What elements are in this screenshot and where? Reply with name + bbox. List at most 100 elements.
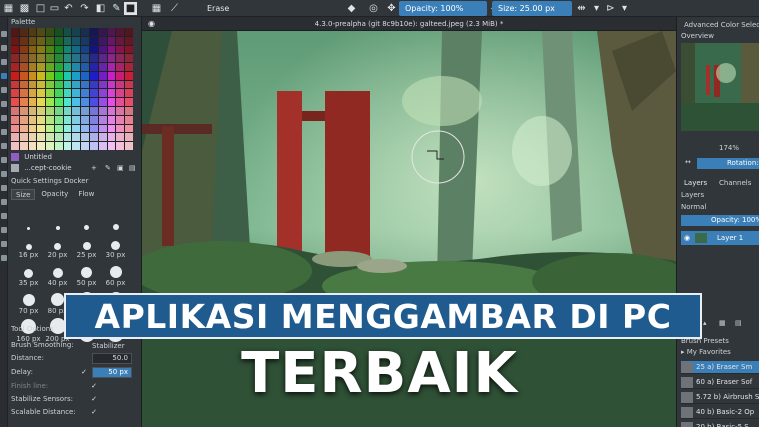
brush-size-option[interactable] [101,205,130,231]
palette-swatch[interactable] [46,98,54,107]
palette-swatch[interactable] [63,98,72,107]
rotation-slider[interactable]: Rotation: [697,158,759,169]
palette-swatch[interactable] [37,36,46,45]
palette-swatch[interactable] [37,98,46,107]
palette-swatch[interactable] [107,28,116,36]
palette-swatch[interactable] [28,54,37,63]
palette-swatch[interactable] [125,115,133,124]
palette-swatch[interactable] [72,28,81,36]
zoom-value[interactable]: 174% [719,144,739,152]
palette-swatch[interactable] [28,89,37,98]
fill-icon[interactable]: ◧ [94,2,107,15]
palette-swatch[interactable] [98,133,107,142]
zoom-tool-icon[interactable] [1,241,7,247]
palette-swatch[interactable] [116,89,125,98]
palette-swatch[interactable] [81,36,90,45]
palette-swatch[interactable] [90,124,98,133]
palette-swatch[interactable] [125,142,133,150]
palette-swatch[interactable] [116,36,125,45]
line-tool-icon[interactable] [1,87,7,93]
palette-swatch[interactable] [54,133,63,142]
palette-swatch[interactable] [28,115,37,124]
blend-mode-select[interactable]: Normal [681,203,706,211]
palette-swatch[interactable] [116,63,125,71]
palette-swatch[interactable] [46,107,54,115]
palette-swatch[interactable] [19,28,28,36]
palette-swatch[interactable] [107,80,116,89]
palette-swatch[interactable] [98,115,107,124]
palette-swatch[interactable] [19,80,28,89]
layer-delete-icon[interactable]: ▤ [735,319,742,327]
palette-swatch[interactable] [72,107,81,115]
palette-swatch[interactable] [72,45,81,54]
brush-tool-icon[interactable] [1,59,7,65]
palette-swatch[interactable] [54,89,63,98]
palette-swatch[interactable] [63,124,72,133]
palette-swatch[interactable] [107,45,116,54]
palette-swatch[interactable] [19,142,28,150]
palette-swatch[interactable] [19,98,28,107]
palette-swatch[interactable] [72,80,81,89]
palette-swatch[interactable] [81,142,90,150]
palette-swatch[interactable] [90,89,98,98]
palette-swatch[interactable] [81,124,90,133]
brush-icon[interactable]: ✎ [110,2,123,15]
palette-swatch[interactable] [116,28,125,36]
palette-swatch[interactable] [90,98,98,107]
palette-swatch[interactable] [90,54,98,63]
brush-size-option[interactable]: 40 px [43,261,72,287]
palette-swatch[interactable] [54,63,63,71]
palette-swatch[interactable] [28,28,37,36]
edit-preset-icon[interactable]: ✎ [105,163,111,173]
brush-size-option[interactable]: 50 px [72,261,101,287]
palette-swatch[interactable] [81,107,90,115]
palette-swatch[interactable] [98,80,107,89]
palette-swatch[interactable] [125,133,133,142]
palette-swatch[interactable] [81,63,90,71]
brush-preset-icon[interactable]: ⟋ [168,2,181,15]
palette-swatch[interactable] [28,133,37,142]
opacity-slider[interactable]: Opacity: 100% [399,1,487,16]
palette-swatch[interactable] [11,142,19,150]
brush-size-option[interactable]: 20 px [43,233,72,259]
palette-swatch[interactable] [37,107,46,115]
palette-swatch[interactable] [11,71,19,80]
transform-tool-icon[interactable] [1,199,7,205]
palette-swatch[interactable] [116,107,125,115]
palette-swatch[interactable] [11,124,19,133]
palette-swatch[interactable] [11,28,19,36]
mirror-vertical-icon[interactable]: ▾ [590,2,603,15]
palette-swatch[interactable] [28,98,37,107]
palette-swatch[interactable] [19,115,28,124]
palette-swatch[interactable] [125,80,133,89]
palette-swatch[interactable] [72,98,81,107]
toolbar-menu-icon[interactable]: ▾ [618,2,631,15]
palette-swatch[interactable] [11,80,19,89]
palette-swatch[interactable] [72,63,81,71]
palette-swatch[interactable] [54,54,63,63]
palette-swatch[interactable] [81,115,90,124]
overview-thumbnail[interactable] [681,43,759,131]
palette-swatch[interactable] [19,89,28,98]
tab-opacity[interactable]: Opacity [37,189,72,200]
palette-swatch[interactable] [90,142,98,150]
palette-swatch[interactable] [90,36,98,45]
palette-swatch[interactable] [46,89,54,98]
palette-swatch[interactable] [28,107,37,115]
palette-swatch[interactable] [72,142,81,150]
palette-swatch[interactable] [46,124,54,133]
palette-swatch[interactable] [125,124,133,133]
palette-swatch[interactable] [98,63,107,71]
palette-swatch[interactable] [116,54,125,63]
palette-swatch[interactable] [125,89,133,98]
palette-swatch[interactable] [98,107,107,115]
palette-swatch[interactable] [81,45,90,54]
palette-swatch[interactable] [125,28,133,36]
palette-swatch[interactable] [116,124,125,133]
palette-swatch[interactable] [107,89,116,98]
preserve-alpha-icon[interactable]: ◎ [367,2,380,15]
palette-swatch[interactable] [125,36,133,45]
palette-swatch[interactable] [37,63,46,71]
palette-swatch[interactable] [37,142,46,150]
palette-swatch[interactable] [63,115,72,124]
